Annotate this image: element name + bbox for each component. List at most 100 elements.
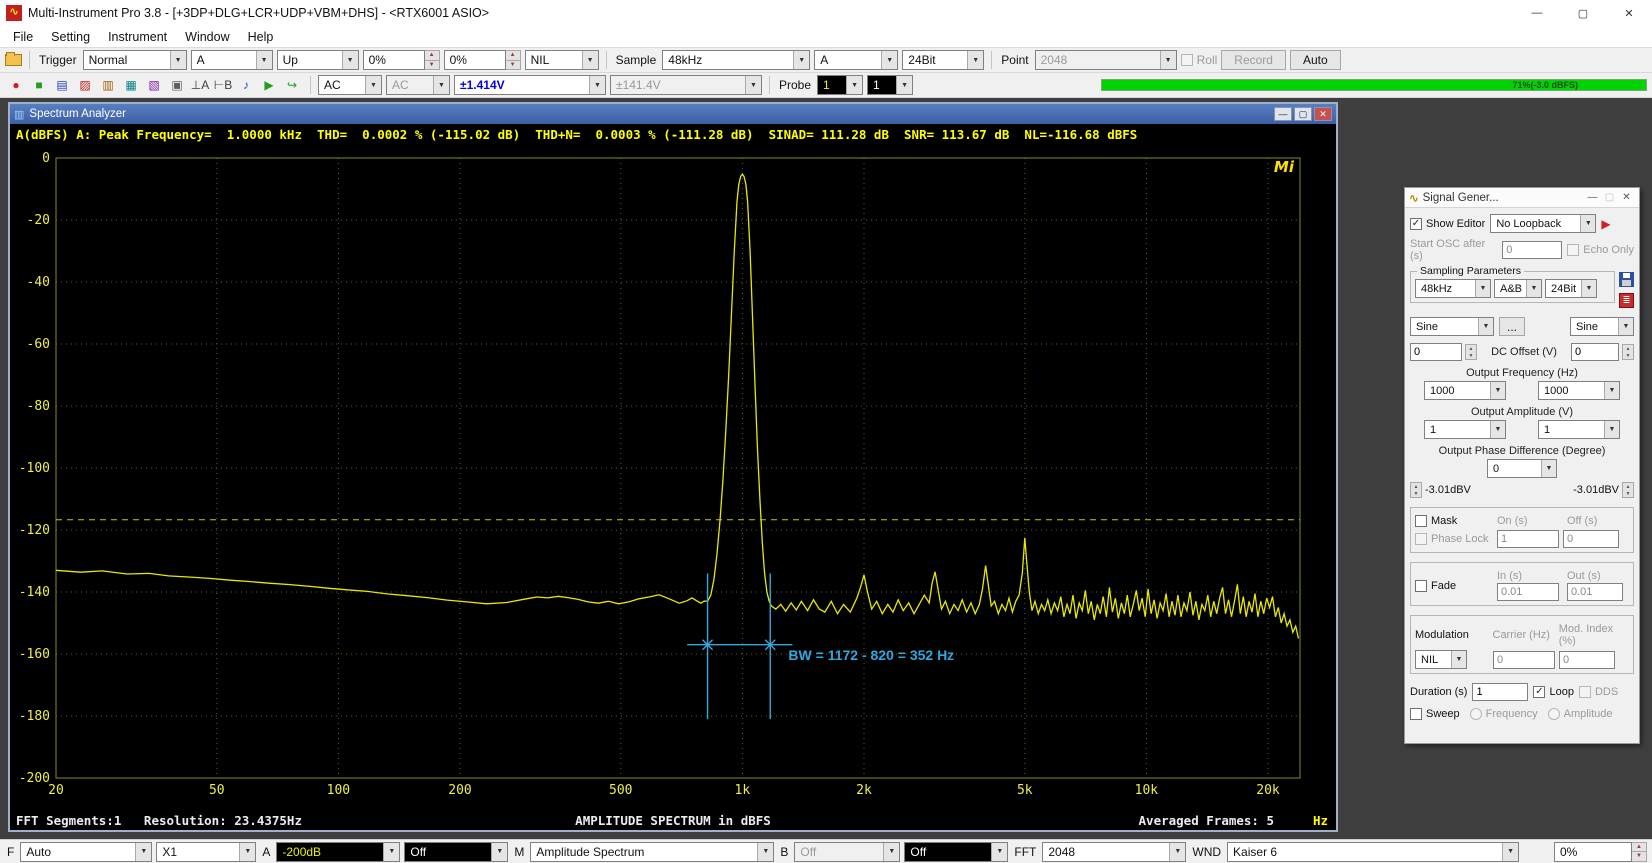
multimeter-icon[interactable]: ▥ [97, 76, 119, 94]
close-icon[interactable]: ✕ [1618, 192, 1635, 203]
menu-file[interactable]: File [4, 28, 42, 46]
siggen-rate-select[interactable]: 48kHz▼ [1415, 279, 1491, 298]
close-icon[interactable]: ✕ [1314, 107, 1332, 121]
more-waveforms-button[interactable]: ... [1499, 317, 1525, 336]
chevron-down-icon[interactable]: ▼ [991, 843, 1007, 861]
close-icon[interactable]: ✕ [1606, 0, 1652, 26]
checkbox-icon[interactable] [1410, 708, 1422, 720]
checkbox-icon[interactable] [1415, 580, 1427, 592]
fft-size-select[interactable]: 2048▼ [1042, 842, 1186, 862]
chevron-down-icon[interactable]: ▼ [1618, 318, 1633, 335]
dc-b-spinner[interactable]: ▲▼ [1622, 344, 1634, 360]
minimize-icon[interactable]: — [1584, 192, 1601, 203]
view-mode-select[interactable]: Amplitude Spectrum▼ [530, 842, 774, 862]
dc-a-spinner[interactable]: ▲▼ [1465, 344, 1477, 360]
sample-channel-select[interactable]: A▼ [814, 50, 898, 70]
printer-icon[interactable]: ▣ [166, 76, 188, 94]
minimize-icon[interactable]: — [1274, 107, 1292, 121]
waveform-library-icon[interactable]: ≣ [1619, 293, 1634, 308]
probe-a-select[interactable]: 1▼ [817, 75, 863, 95]
range-a-select[interactable]: ±1.414V▼ [454, 75, 606, 95]
chevron-down-icon[interactable]: ▼ [881, 51, 897, 69]
spin-down-icon[interactable]: ▼ [506, 61, 520, 70]
a-range-select[interactable]: -200dB▼ [276, 842, 400, 862]
spin-down-icon[interactable]: ▼ [1632, 852, 1646, 861]
label-y-axis-icon[interactable]: ⊢B [212, 76, 234, 94]
chevron-down-icon[interactable]: ▼ [1490, 382, 1505, 399]
maximize-icon[interactable]: ▢ [1560, 0, 1606, 26]
level-a-spinner[interactable]: ▲▼ [1410, 482, 1422, 498]
chevron-down-icon[interactable]: ▼ [1475, 280, 1490, 297]
waveform-a-select[interactable]: Sine▼ [1410, 317, 1494, 336]
menu-window[interactable]: Window [176, 28, 238, 46]
data-logger-icon[interactable]: ▧ [143, 76, 165, 94]
sample-bits-select[interactable]: 24Bit▼ [902, 50, 984, 70]
sample-rate-select[interactable]: 48kHz▼ [662, 50, 810, 70]
siggen-bits-select[interactable]: 24Bit▼ [1545, 279, 1597, 298]
chevron-down-icon[interactable]: ▼ [1604, 382, 1619, 399]
chevron-down-icon[interactable]: ▼ [582, 51, 598, 69]
waveform-b-select[interactable]: Sine▼ [1570, 317, 1634, 336]
chevron-down-icon[interactable]: ▼ [1580, 215, 1595, 232]
sweep-checkbox[interactable]: Sweep [1410, 708, 1460, 720]
chevron-down-icon[interactable]: ▼ [757, 843, 773, 861]
phase-difference-select[interactable]: 0▼ [1487, 459, 1557, 478]
mask-checkbox[interactable]: Mask [1415, 515, 1493, 527]
chevron-down-icon[interactable]: ▼ [239, 843, 255, 861]
checkbox-icon[interactable] [1533, 686, 1545, 698]
checkbox-icon[interactable] [1410, 218, 1422, 230]
chevron-down-icon[interactable]: ▼ [1502, 843, 1518, 861]
spectrum-analyzer-icon[interactable]: ▨ [74, 76, 96, 94]
start-output-icon[interactable]: ▶ [1601, 217, 1610, 231]
chevron-down-icon[interactable]: ▼ [1541, 460, 1556, 477]
trigger-edge-select[interactable]: Up▼ [277, 50, 359, 70]
amplitude-a-select[interactable]: 1▼ [1424, 420, 1506, 439]
show-editor-checkbox[interactable]: Show Editor [1410, 218, 1485, 230]
frequency-b-select[interactable]: 1000▼ [1538, 381, 1620, 400]
x-zoom-select[interactable]: X1▼ [156, 842, 256, 862]
run-icon[interactable]: ▶ [258, 76, 280, 94]
chevron-down-icon[interactable]: ▼ [1478, 318, 1493, 335]
frequency-mode-select[interactable]: Auto▼ [20, 842, 152, 862]
spectrum-window-titlebar[interactable]: ▥ Spectrum Analyzer — ▢ ✕ [10, 104, 1336, 124]
open-file-icon[interactable] [5, 54, 22, 66]
trigger-delay-spin[interactable]: 0%▲▼ [444, 50, 521, 70]
coupling-a-select[interactable]: AC▼ [318, 75, 382, 95]
minimize-icon[interactable]: — [1514, 0, 1560, 26]
trigger-source-select[interactable]: A▼ [191, 50, 273, 70]
probe-b-select[interactable]: 1▼ [867, 75, 913, 95]
maximize-icon[interactable]: ▢ [1294, 107, 1312, 121]
checkbox-icon[interactable] [1415, 515, 1427, 527]
siggen-channels-select[interactable]: A&B▼ [1494, 279, 1542, 298]
b-mode-select[interactable]: Off▼ [904, 842, 1008, 862]
chevron-down-icon[interactable]: ▼ [1526, 280, 1541, 297]
trigger-mode-select[interactable]: Normal▼ [83, 50, 187, 70]
auto-button[interactable]: Auto [1290, 50, 1341, 70]
chevron-down-icon[interactable]: ▼ [1451, 651, 1466, 668]
chevron-down-icon[interactable]: ▼ [846, 76, 862, 94]
duration-input[interactable] [1472, 683, 1528, 701]
trigger-level-spin[interactable]: 0%▲▼ [363, 50, 440, 70]
amplitude-b-select[interactable]: 1▼ [1538, 420, 1620, 439]
a-mode-select[interactable]: Off▼ [404, 842, 508, 862]
frequency-a-select[interactable]: 1000▼ [1424, 381, 1506, 400]
chevron-down-icon[interactable]: ▼ [383, 843, 399, 861]
loopback-icon[interactable]: ↪ [281, 76, 303, 94]
spectrum-plot[interactable]: 0-20-40-60-80-100-120-140-160-180-200205… [10, 144, 1336, 812]
chevron-down-icon[interactable]: ▼ [1490, 421, 1505, 438]
menu-instrument[interactable]: Instrument [99, 28, 176, 46]
overlap-spin[interactable]: 0%▲▼ [1554, 842, 1647, 862]
label-x-axis-icon[interactable]: ⊥A [189, 76, 211, 94]
trigger-coupling-select[interactable]: NIL▼ [525, 50, 599, 70]
loop-checkbox[interactable]: Loop [1533, 686, 1573, 698]
spectrum-3d-icon[interactable]: ▦ [120, 76, 142, 94]
chevron-down-icon[interactable]: ▼ [589, 76, 605, 94]
chevron-down-icon[interactable]: ▼ [1169, 843, 1185, 861]
spin-up-icon[interactable]: ▲ [1632, 843, 1646, 853]
spin-down-icon[interactable]: ▼ [425, 61, 439, 70]
spin-up-icon[interactable]: ▲ [506, 51, 520, 61]
fade-checkbox[interactable]: Fade [1415, 580, 1493, 592]
chevron-down-icon[interactable]: ▼ [342, 51, 358, 69]
chevron-down-icon[interactable]: ▼ [967, 51, 983, 69]
level-b-spinner[interactable]: ▲▼ [1622, 482, 1634, 498]
